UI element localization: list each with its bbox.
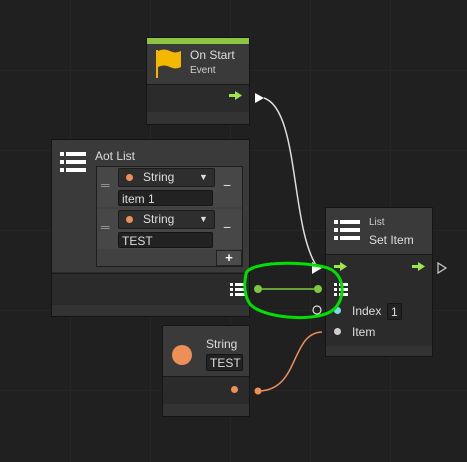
- aot-list-node[interactable]: Aot List ═ String ▼ item 1 − ═ String ▼ …: [52, 140, 249, 316]
- string-output-port-icon[interactable]: [231, 386, 238, 393]
- index-port-icon[interactable]: [334, 307, 341, 314]
- node-footer: [326, 346, 432, 356]
- index-label: Index: [352, 304, 382, 318]
- item-label: Item: [352, 325, 376, 339]
- index-field[interactable]: 1: [387, 303, 402, 320]
- node-title: String: [206, 337, 238, 351]
- string-value-field[interactable]: TEST: [206, 354, 243, 371]
- node-footer: [163, 404, 249, 416]
- on-start-node[interactable]: On Start Event: [147, 38, 249, 124]
- divider: [163, 376, 249, 377]
- set-item-node[interactable]: List Set Item Index 1 Item: [326, 208, 432, 356]
- list-output-icon[interactable]: [52, 140, 249, 316]
- node-footer: [52, 305, 249, 316]
- item-port-icon[interactable]: [334, 328, 341, 335]
- string-type-icon: [172, 345, 192, 365]
- list-input-icon[interactable]: [326, 208, 432, 356]
- string-literal-node[interactable]: String TEST: [163, 326, 249, 416]
- node-footer: [147, 112, 249, 124]
